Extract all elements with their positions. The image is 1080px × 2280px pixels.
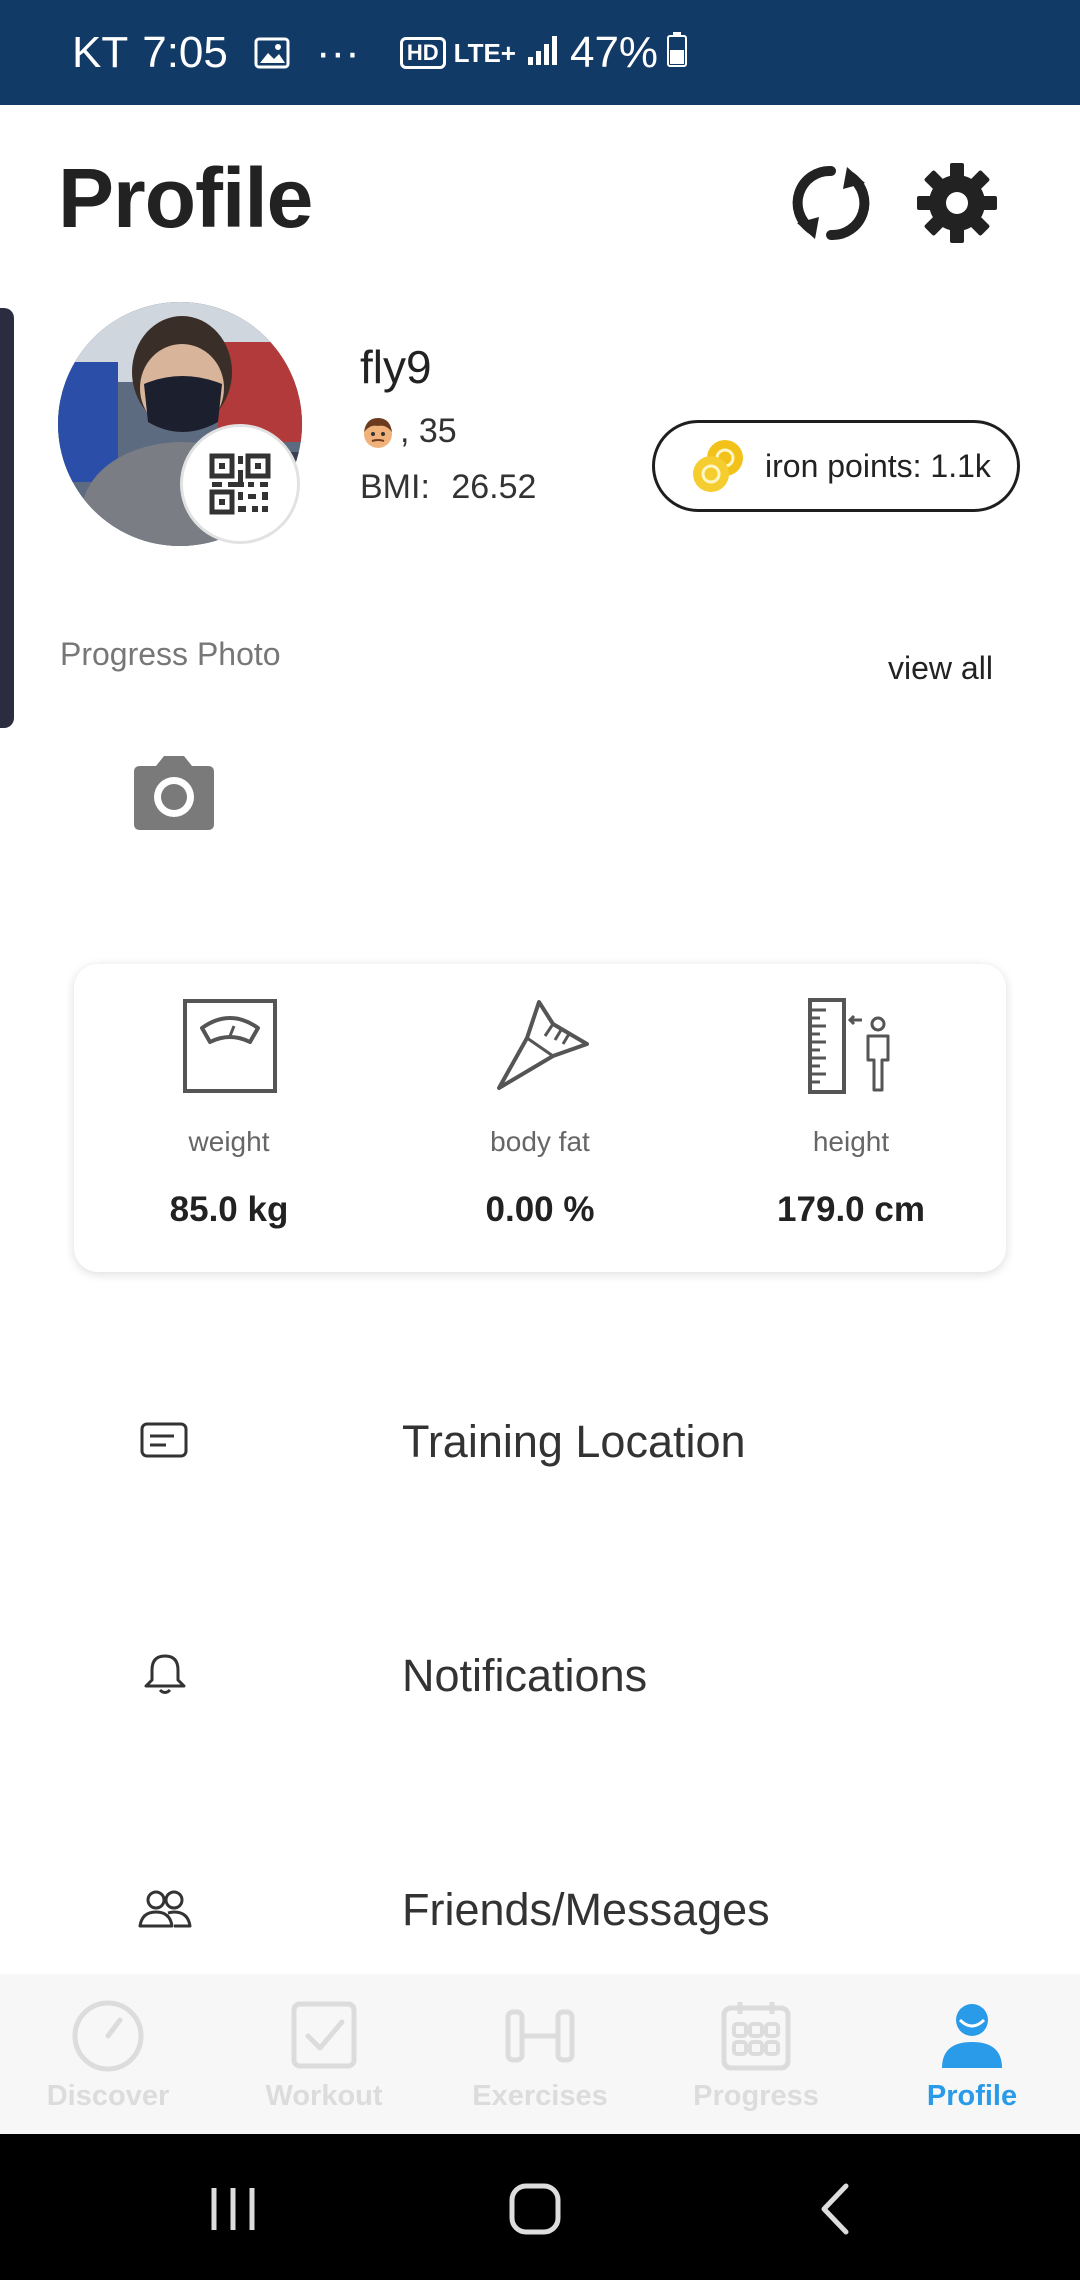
gear-icon bbox=[917, 163, 997, 243]
friends-icon bbox=[138, 1890, 192, 1928]
nav-label: Progress bbox=[693, 2080, 819, 2112]
bmi-value: 26.52 bbox=[451, 468, 537, 506]
menu-training-location[interactable]: Training Location bbox=[0, 1380, 1080, 1500]
status-bar: KT 7:05 ··· HD LTE+ 47% bbox=[0, 0, 1080, 105]
qr-code-button[interactable] bbox=[180, 424, 300, 544]
hd-voice-icon: HD bbox=[399, 36, 446, 69]
nav-exercises[interactable]: Exercises bbox=[432, 1974, 648, 2134]
recents-icon[interactable] bbox=[198, 2174, 268, 2244]
menu-notifications[interactable]: Notifications bbox=[0, 1614, 1080, 1734]
gender-age: , 35 bbox=[360, 412, 457, 451]
checkbox-icon bbox=[291, 2001, 357, 2069]
male-face-icon bbox=[364, 417, 392, 448]
nav-label: Exercises bbox=[472, 2080, 608, 2112]
nav-progress[interactable]: Progress bbox=[648, 1974, 864, 2134]
bmi-label: BMI: bbox=[360, 468, 430, 506]
stat-label: height bbox=[812, 1126, 890, 1157]
stat-value: 85.0 kg bbox=[169, 1190, 289, 1229]
stat-value: 0.00 % bbox=[485, 1190, 595, 1229]
signal-icon bbox=[526, 28, 560, 78]
qr-code-icon bbox=[209, 453, 271, 515]
sync-icon bbox=[792, 165, 870, 241]
body-stats-card: weight 85.0 kg body fat 0.00 % height 17… bbox=[74, 964, 1006, 1272]
back-icon[interactable] bbox=[802, 2174, 872, 2244]
more-notifications: ··· bbox=[315, 27, 360, 77]
stat-body-fat[interactable]: body fat 0.00 % bbox=[385, 964, 695, 1272]
progress-photo-label: Progress Photo bbox=[60, 636, 281, 672]
nav-label: Discover bbox=[46, 2080, 170, 2112]
height-ruler-icon bbox=[808, 998, 890, 1094]
nav-label: Profile bbox=[926, 2080, 1018, 2112]
bottom-nav: Discover Workout Exercises Progress Prof… bbox=[0, 1974, 1080, 2134]
nav-workout[interactable]: Workout bbox=[216, 1974, 432, 2134]
nav-label: Workout bbox=[265, 2080, 383, 2112]
nav-discover[interactable]: Discover bbox=[0, 1974, 216, 2134]
page-title: Profile bbox=[58, 151, 313, 245]
dumbbell-icon bbox=[505, 2009, 575, 2063]
bmi-row: BMI: 26.52 bbox=[360, 468, 536, 507]
stat-label: weight bbox=[188, 1126, 270, 1157]
side-drawer-handle[interactable] bbox=[0, 308, 14, 728]
stat-height[interactable]: height 179.0 cm bbox=[696, 964, 1006, 1272]
status-indicators: HD LTE+ 47% bbox=[399, 27, 688, 78]
coins-icon bbox=[693, 440, 743, 492]
nav-profile[interactable]: Profile bbox=[864, 1974, 1080, 2134]
home-icon[interactable] bbox=[500, 2174, 570, 2244]
add-photo-button[interactable] bbox=[132, 752, 216, 832]
stat-value: 179.0 cm bbox=[777, 1190, 925, 1229]
carrier-label: KT bbox=[72, 27, 129, 77]
menu-label: Training Location bbox=[402, 1416, 746, 1467]
caliper-icon bbox=[497, 1000, 589, 1090]
menu-label: Notifications bbox=[402, 1650, 648, 1701]
settings-button[interactable] bbox=[912, 158, 1002, 248]
iron-points-label: iron points: 1.1k bbox=[765, 447, 991, 484]
battery-percent: 47% bbox=[569, 27, 659, 77]
stat-label: body fat bbox=[490, 1126, 590, 1157]
menu-label: Friends/Messages bbox=[402, 1884, 770, 1935]
menu-friends-messages[interactable]: Friends/Messages bbox=[0, 1848, 1080, 1968]
sync-button[interactable] bbox=[786, 158, 876, 248]
gallery-icon bbox=[254, 37, 290, 69]
location-card-icon bbox=[140, 1422, 188, 1458]
view-all-link[interactable]: view all bbox=[888, 650, 993, 687]
clock: 7:05 bbox=[142, 27, 228, 77]
scale-icon bbox=[183, 999, 277, 1093]
camera-icon bbox=[134, 756, 214, 830]
compass-icon bbox=[72, 2000, 144, 2072]
system-nav-bar bbox=[0, 2134, 1080, 2280]
person-icon bbox=[942, 2004, 1002, 2068]
age-value: , 35 bbox=[400, 412, 457, 450]
bell-icon bbox=[144, 1654, 186, 1694]
battery-icon bbox=[666, 28, 688, 78]
stat-weight[interactable]: weight 85.0 kg bbox=[74, 964, 384, 1272]
network-type: LTE+ bbox=[453, 37, 516, 68]
iron-points-button[interactable]: iron points: 1.1k bbox=[652, 420, 1020, 512]
calendar-icon bbox=[721, 2002, 791, 2071]
username: fly9 bbox=[360, 341, 432, 393]
